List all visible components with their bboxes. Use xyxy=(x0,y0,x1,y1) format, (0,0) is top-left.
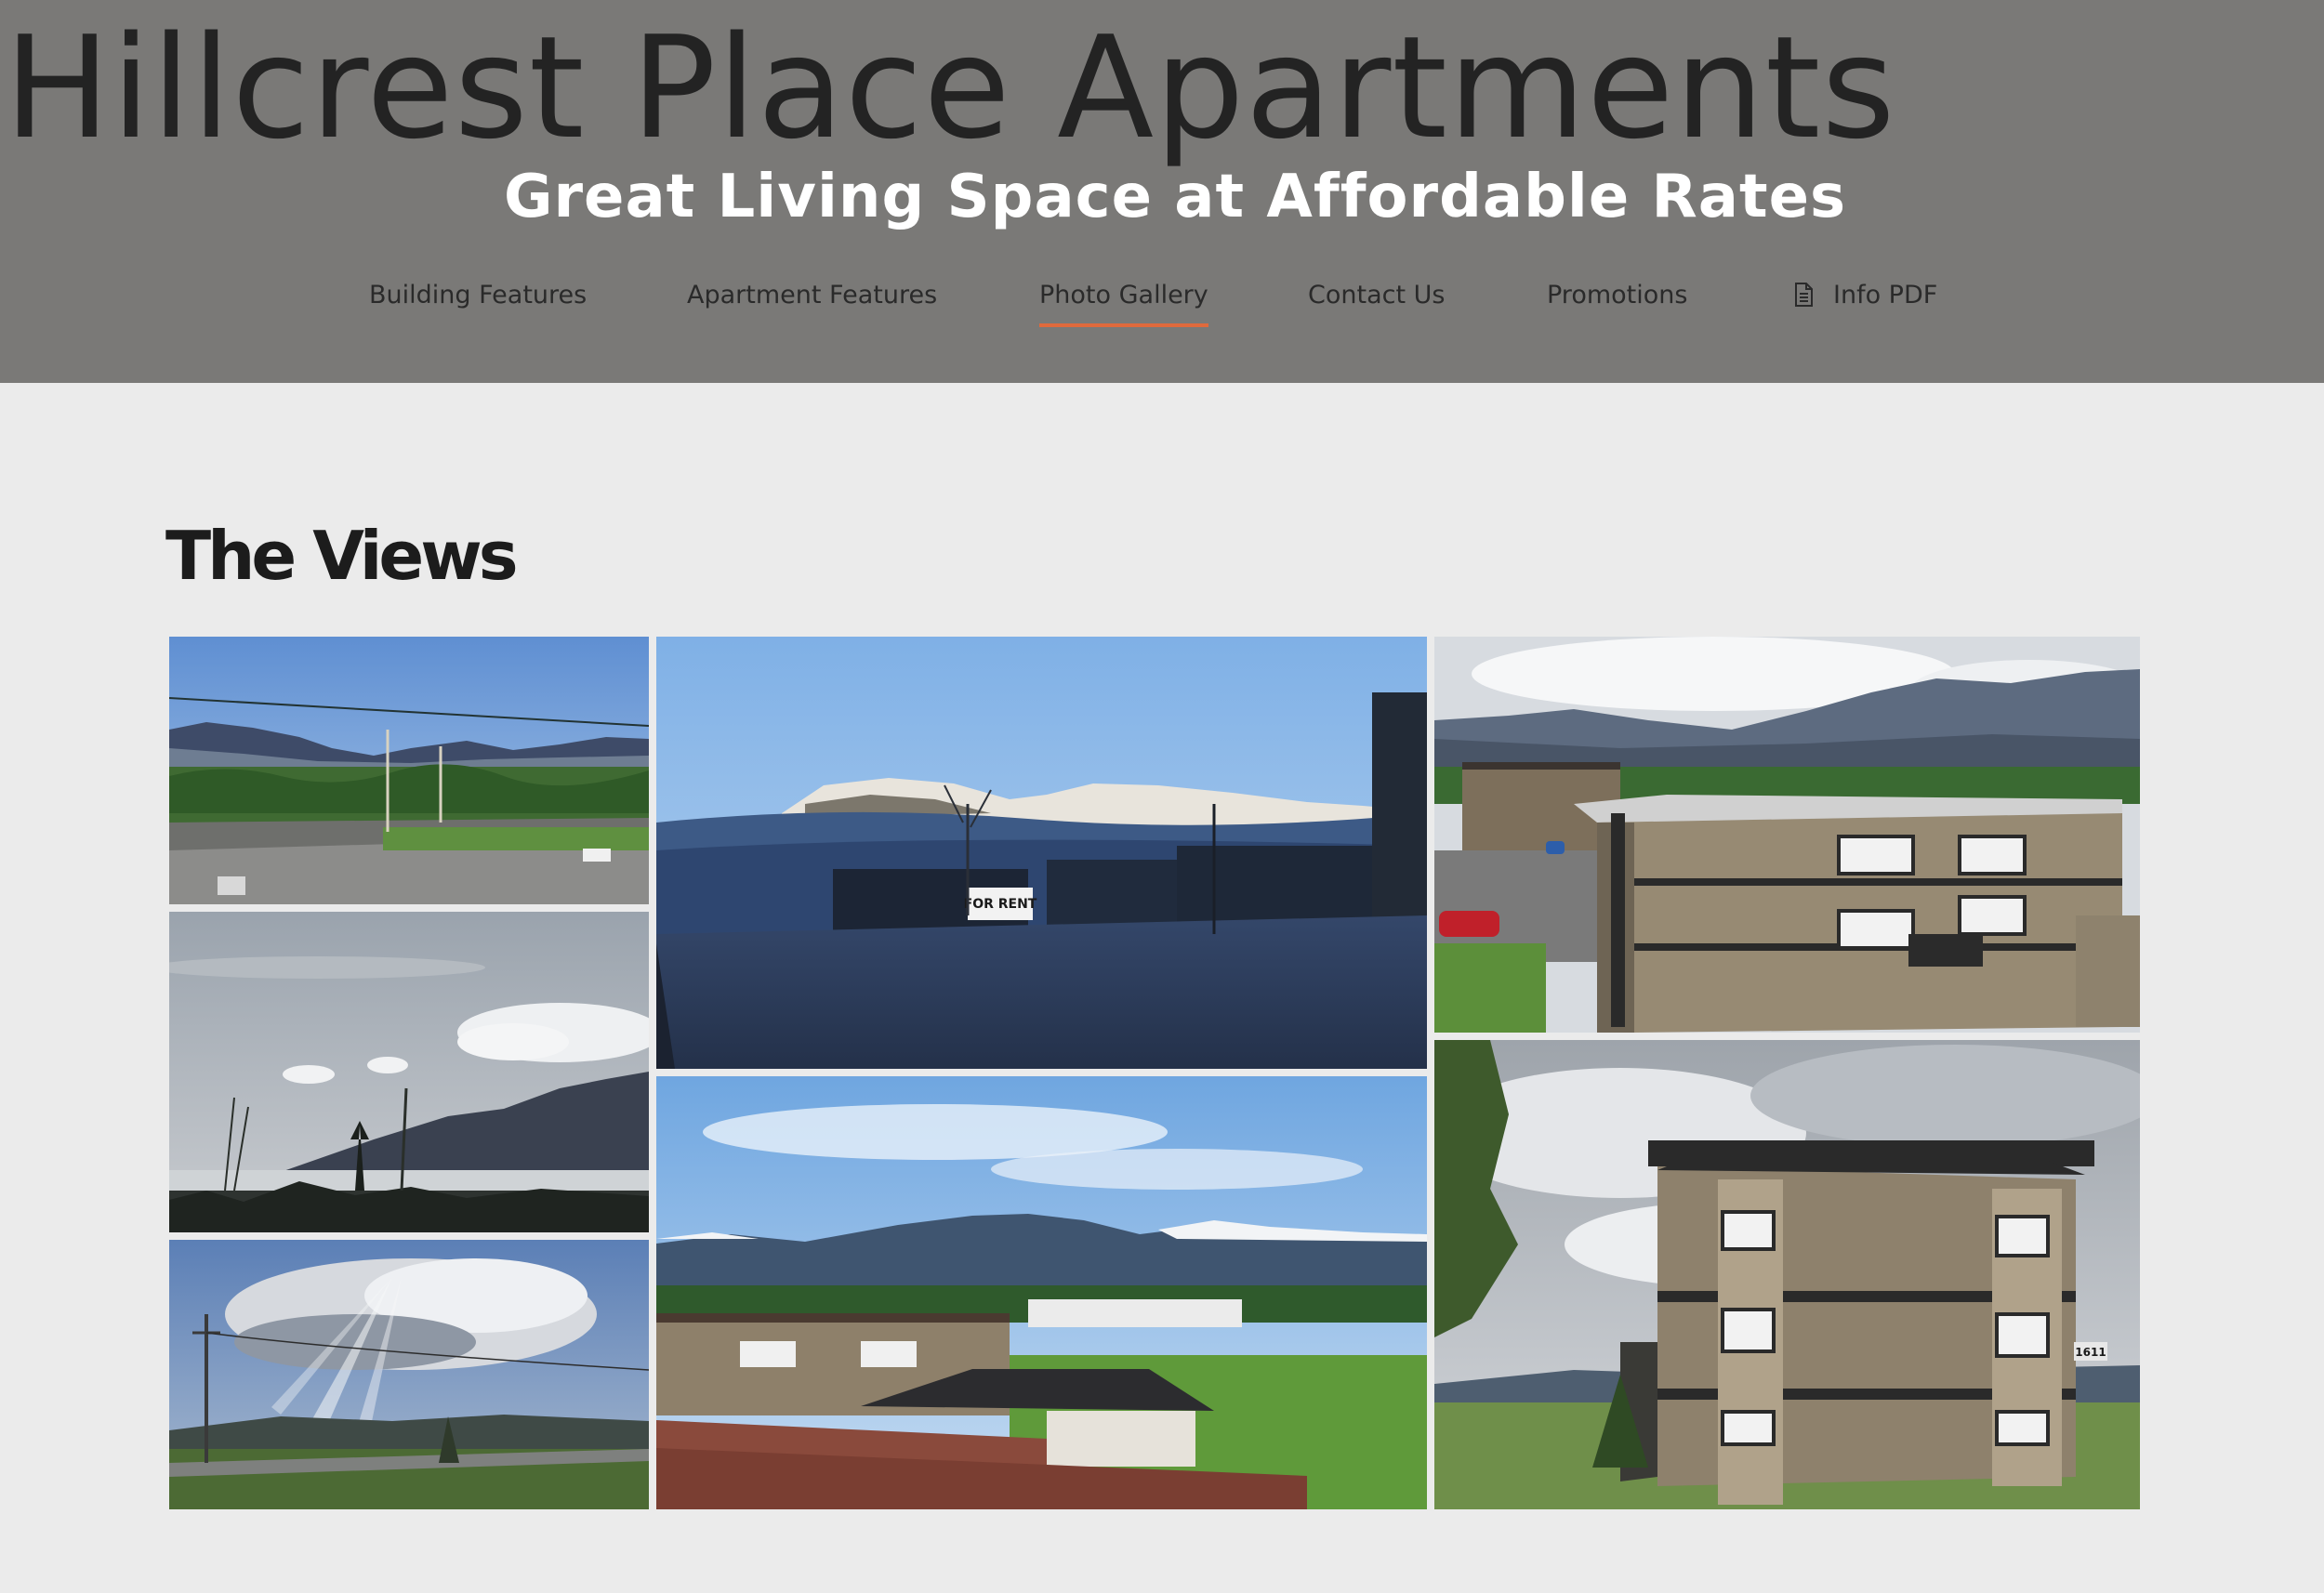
morning-fog-image: FOR RENT xyxy=(656,637,1427,1069)
building-exterior-image: 1611 xyxy=(1434,1040,2140,1509)
mountain-valley-image xyxy=(169,637,649,904)
nav-label: Photo Gallery xyxy=(1039,281,1208,309)
nav-info-pdf[interactable]: Info PDF xyxy=(1794,275,1937,322)
site-tagline: Great Living Space at Affordable Rates xyxy=(503,163,1847,231)
sun-rays-image xyxy=(169,1240,649,1509)
site-header: Hillcrest Place Apartments Great Living … xyxy=(0,0,2324,383)
nav-building-features[interactable]: Building Features xyxy=(369,275,587,322)
nav-label: Apartment Features xyxy=(687,281,938,309)
nav-label: Info PDF xyxy=(1833,281,1938,309)
main-nav: Building Features Apartment Features Pho… xyxy=(0,275,2324,335)
building-number: 1611 xyxy=(2075,1346,2106,1359)
aerial-building-image xyxy=(1434,637,2140,1033)
cloudy-lake-image xyxy=(169,912,649,1232)
gallery-photo-building-exterior[interactable]: 1611 xyxy=(1434,1040,2140,1509)
nav-apartment-features[interactable]: Apartment Features xyxy=(687,275,937,322)
site-title[interactable]: Hillcrest Place Apartments xyxy=(0,2,1900,175)
gallery-photo-morning-fog[interactable]: FOR RENT xyxy=(656,637,1427,1069)
sign-text: FOR RENT xyxy=(964,897,1037,912)
gallery-photo-cloudy-lake[interactable] xyxy=(169,912,649,1232)
nav-photo-gallery[interactable]: Photo Gallery xyxy=(1039,275,1208,327)
gallery-photo-sun-rays[interactable] xyxy=(169,1240,649,1509)
gallery-photo-aerial-building[interactable] xyxy=(1434,637,2140,1033)
nav-label: Contact Us xyxy=(1308,281,1446,309)
nav-promotions[interactable]: Promotions xyxy=(1547,275,1687,322)
gallery-photo-mountain-rooftops[interactable] xyxy=(656,1076,1427,1509)
nav-label: Building Features xyxy=(369,281,588,309)
gallery-photo-mountain-valley[interactable] xyxy=(169,637,649,904)
nav-label: Promotions xyxy=(1547,281,1688,309)
mountain-rooftops-image xyxy=(656,1076,1427,1509)
document-icon xyxy=(1795,283,1813,307)
nav-contact-us[interactable]: Contact Us xyxy=(1308,275,1445,322)
section-title: The Views xyxy=(165,517,519,595)
